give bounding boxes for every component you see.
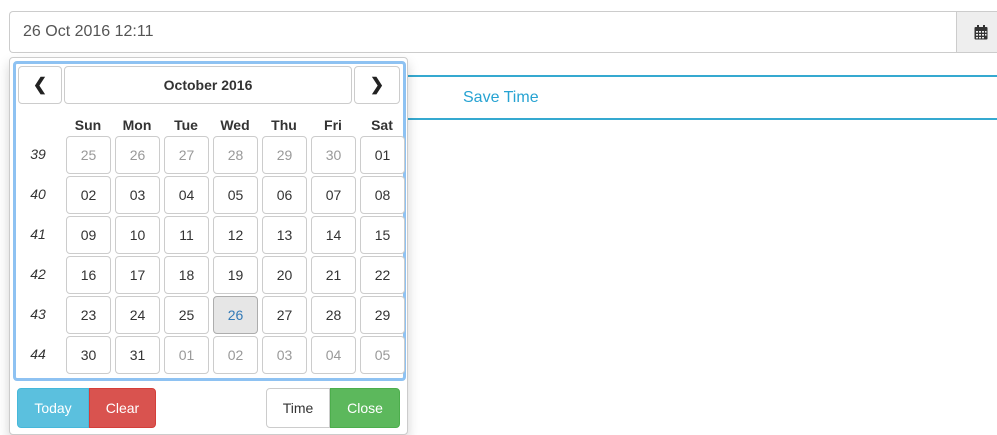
today-button[interactable]: Today: [17, 388, 89, 428]
day-cell[interactable]: 25: [66, 136, 111, 174]
day-cell[interactable]: 04: [164, 176, 209, 214]
day-cell[interactable]: 29: [360, 296, 405, 334]
month-year-label: October 2016: [163, 77, 253, 93]
day-cell[interactable]: 07: [311, 176, 356, 214]
day-cell[interactable]: 03: [262, 336, 307, 374]
week-number: 43: [30, 306, 46, 322]
week-number: 40: [30, 186, 46, 202]
close-button[interactable]: Close: [330, 388, 400, 428]
day-cell[interactable]: 01: [164, 336, 209, 374]
day-cell[interactable]: 15: [360, 216, 405, 254]
day-cell[interactable]: 14: [311, 216, 356, 254]
day-cell[interactable]: 05: [213, 176, 258, 214]
day-cell[interactable]: 18: [164, 256, 209, 294]
date-time-input[interactable]: [9, 11, 956, 53]
week-number: 39: [30, 146, 46, 162]
day-cell[interactable]: 26: [115, 136, 160, 174]
day-cell[interactable]: 08: [360, 176, 405, 214]
day-cell[interactable]: 22: [360, 256, 405, 294]
clear-button[interactable]: Clear: [89, 388, 156, 428]
day-cell[interactable]: 30: [66, 336, 111, 374]
day-cell[interactable]: 28: [311, 296, 356, 334]
day-cell[interactable]: 11: [164, 216, 209, 254]
date-input-group: [9, 11, 997, 55]
week-number: 42: [30, 266, 46, 282]
datetime-picker-dropdown: ❮ October 2016 ❯ Sun Mon Tue Wed Thu Fri Sat 39…: [9, 57, 408, 435]
day-cell[interactable]: 20: [262, 256, 307, 294]
weekday-header: Thu: [271, 117, 297, 133]
day-cell[interactable]: 17: [115, 256, 160, 294]
day-cell[interactable]: 21: [311, 256, 356, 294]
day-cell[interactable]: 24: [115, 296, 160, 334]
day-cell[interactable]: 27: [262, 296, 307, 334]
calendar-icon: [974, 24, 988, 39]
next-month-button[interactable]: ❯: [354, 66, 400, 104]
day-cell[interactable]: 10: [115, 216, 160, 254]
day-cell[interactable]: 12: [213, 216, 258, 254]
weekday-header: Sat: [371, 117, 393, 133]
prev-month-button[interactable]: ❮: [18, 66, 62, 104]
day-cell[interactable]: 02: [213, 336, 258, 374]
day-cell[interactable]: 23: [66, 296, 111, 334]
calendar-button[interactable]: [956, 11, 997, 53]
week-number: 41: [30, 226, 46, 242]
day-cell[interactable]: 05: [360, 336, 405, 374]
chevron-left-icon: ❮: [32, 75, 48, 94]
day-cell[interactable]: 27: [164, 136, 209, 174]
day-cell[interactable]: 04: [311, 336, 356, 374]
calendar-days-panel: ❮ October 2016 ❯ Sun Mon Tue Wed Thu Fri Sat 39…: [13, 61, 406, 381]
day-cell[interactable]: 31: [115, 336, 160, 374]
weekday-header: Wed: [220, 117, 250, 133]
day-cell[interactable]: 16: [66, 256, 111, 294]
day-cell[interactable]: 03: [115, 176, 160, 214]
day-cell[interactable]: 25: [164, 296, 209, 334]
day-cell[interactable]: 28: [213, 136, 258, 174]
save-time-link[interactable]: Save Time: [463, 89, 539, 107]
day-cell[interactable]: 13: [262, 216, 307, 254]
day-cell[interactable]: 01: [360, 136, 405, 174]
day-cell[interactable]: 06: [262, 176, 307, 214]
weekday-header: Fri: [324, 117, 342, 133]
day-cell[interactable]: 09: [66, 216, 111, 254]
month-year-switch[interactable]: October 2016: [64, 66, 352, 104]
weekday-header: Sun: [74, 117, 102, 133]
day-cell[interactable]: 19: [213, 256, 258, 294]
chevron-right-icon: ❯: [369, 75, 385, 94]
day-cell[interactable]: 02: [66, 176, 111, 214]
weekday-header: Mon: [122, 117, 152, 133]
time-button[interactable]: Time: [266, 388, 330, 428]
week-number: 44: [30, 346, 46, 362]
day-cell[interactable]: 29: [262, 136, 307, 174]
day-cell-selected[interactable]: 26: [213, 296, 258, 334]
weekday-header: Tue: [174, 117, 198, 133]
day-cell[interactable]: 30: [311, 136, 356, 174]
